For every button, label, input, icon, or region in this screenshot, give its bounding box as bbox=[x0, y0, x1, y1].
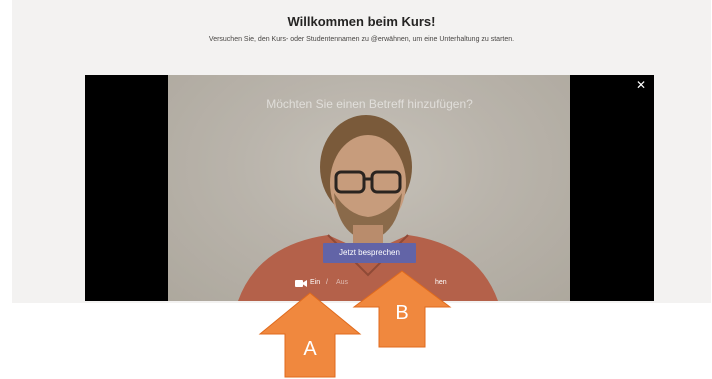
camera-off-label[interactable]: Aus bbox=[336, 279, 348, 286]
meeting-preview-dialog: Möchten Sie einen Betreff hinzufügen? ✕ … bbox=[85, 75, 654, 301]
annotation-arrow-a-label: A bbox=[303, 338, 317, 360]
welcome-subtitle: Versuchen Sie, den Kurs- oder Studentenn… bbox=[208, 36, 515, 43]
close-icon[interactable]: ✕ bbox=[634, 78, 648, 92]
annotation-arrow-b-label: B bbox=[395, 302, 409, 324]
join-now-button[interactable]: Jetzt besprechen bbox=[323, 243, 416, 263]
camera-toggle-separator: / bbox=[326, 279, 328, 286]
welcome-title: Willkommen beim Kurs! bbox=[287, 14, 436, 29]
video-camera-icon[interactable] bbox=[295, 279, 307, 288]
annotation-arrow-a bbox=[258, 292, 362, 378]
subject-placeholder[interactable]: Möchten Sie einen Betreff hinzufügen? bbox=[85, 97, 654, 111]
camera-on-label[interactable]: Ein bbox=[310, 279, 320, 286]
